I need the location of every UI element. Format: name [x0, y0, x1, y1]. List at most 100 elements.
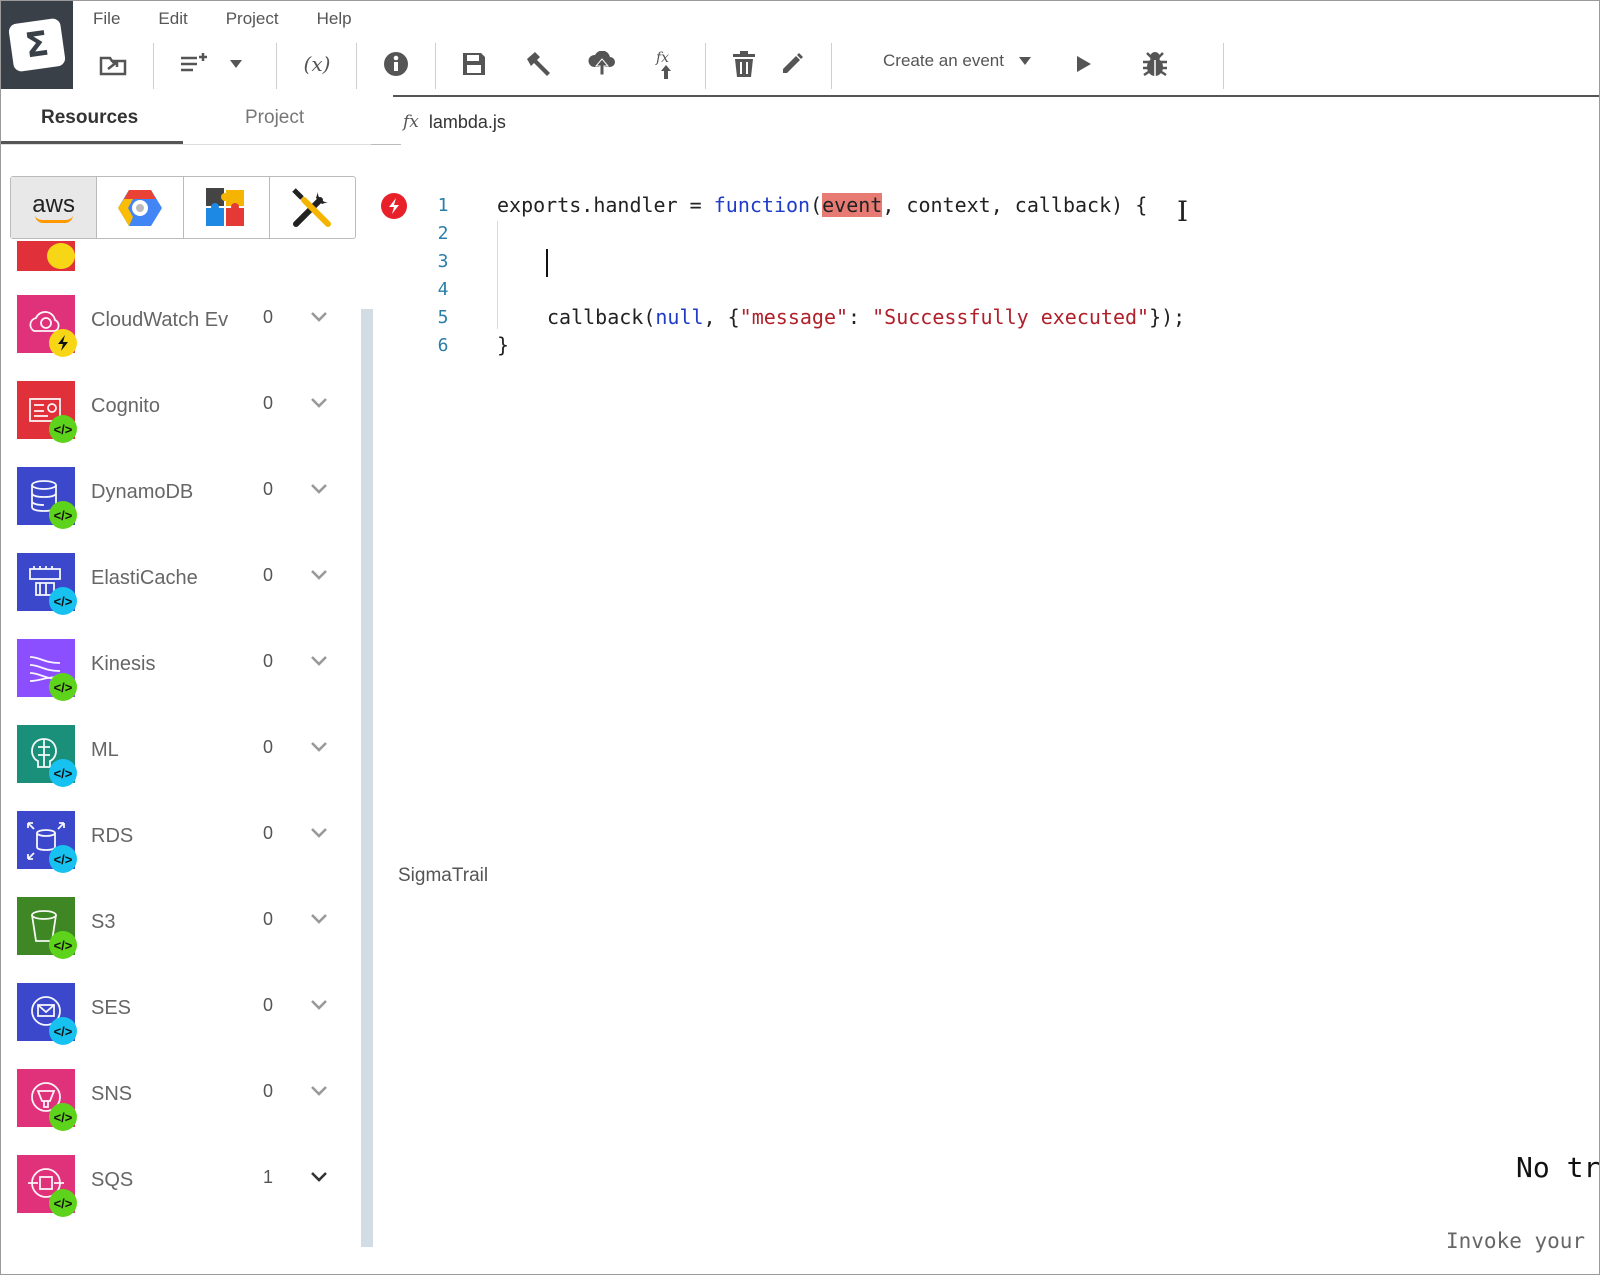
resource-count: 0	[263, 479, 274, 499]
toolbar: (x) fx Create an event	[73, 41, 1599, 89]
resource-count: 0	[263, 307, 274, 327]
code-line-1[interactable]: exports.handler = function(event, contex…	[497, 193, 1147, 217]
left-panel-tabs: Resources Project	[1, 97, 371, 145]
resource-label: Cognito	[91, 395, 160, 417]
resource-label: CloudWatch Ev	[91, 309, 229, 331]
invoke-hint: Invoke your	[1446, 1229, 1586, 1253]
resource-item-dynamodb[interactable]: </> DynamoDB 0	[17, 467, 347, 529]
line-number: 4	[437, 279, 449, 300]
line-number: 5	[437, 307, 449, 328]
code-badge-icon: </>	[49, 1103, 77, 1131]
provider-tools[interactable]	[270, 177, 355, 238]
function-deploy-icon[interactable]: fx	[651, 41, 681, 87]
code-line-6[interactable]: }	[497, 333, 509, 357]
menu-bar: File Edit Project Help	[93, 9, 390, 35]
resource-service-icon: </>	[17, 467, 77, 529]
menu-project[interactable]: Project	[226, 9, 279, 35]
resource-item-sqs[interactable]: </> SQS 1	[17, 1155, 347, 1217]
resource-label: SNS	[91, 1083, 133, 1105]
menu-help[interactable]: Help	[317, 9, 352, 35]
resource-service-icon: </>	[17, 811, 77, 873]
tab-project[interactable]: Project	[245, 107, 304, 129]
provider-aws[interactable]: aws	[11, 177, 98, 238]
resource-list-scrollbar[interactable]	[361, 309, 373, 1247]
chevron-down-icon[interactable]	[309, 1081, 329, 1101]
lightning-badge-icon	[49, 329, 77, 357]
menu-edit[interactable]: Edit	[158, 9, 187, 35]
code-line-5[interactable]: callback(null, {"message": "Successfully…	[547, 305, 1185, 329]
resource-item-elasticache[interactable]: </> ElastiCache 0	[17, 553, 347, 615]
tools-wrench-screwdriver-icon	[292, 187, 332, 227]
provider-gcp[interactable]	[97, 177, 184, 238]
ibeam-cursor-icon: I	[1177, 195, 1189, 228]
resource-item-kinesis[interactable]: </> Kinesis 0	[17, 639, 347, 701]
chevron-down-icon[interactable]	[309, 307, 329, 327]
build-hammer-icon[interactable]	[523, 41, 553, 87]
delete-trash-icon[interactable]	[729, 41, 759, 87]
toolbar-divider	[356, 43, 357, 89]
event-select-label: Create an event	[883, 51, 1004, 70]
chevron-down-icon[interactable]	[223, 41, 249, 87]
code-badge-icon: </>	[49, 587, 77, 615]
menu-file[interactable]: File	[93, 9, 120, 35]
tab-resources[interactable]: Resources	[41, 107, 138, 129]
open-project-icon[interactable]	[95, 41, 131, 87]
app-logo[interactable]: Σ	[1, 1, 73, 89]
chevron-down-icon[interactable]	[309, 995, 329, 1015]
chevron-down-icon[interactable]	[309, 393, 329, 413]
resource-service-icon: </>	[17, 639, 77, 701]
toolbar-divider	[705, 43, 706, 89]
chevron-down-icon[interactable]	[309, 1167, 329, 1187]
info-icon[interactable]	[381, 41, 411, 87]
provider-integrations[interactable]	[184, 177, 270, 238]
code-keyword: function	[713, 193, 811, 217]
function-file-icon: fx	[403, 112, 419, 132]
sigmatrail-label[interactable]: SigmaTrail	[398, 865, 488, 887]
code-string: "message"	[739, 305, 849, 329]
resource-item-ses[interactable]: </> SES 0	[17, 983, 347, 1045]
resource-item-cloudwatch-ev[interactable]: CloudWatch Ev 0	[17, 295, 347, 357]
chevron-down-icon[interactable]	[309, 651, 329, 671]
resource-service-icon: </>	[17, 725, 77, 787]
code-keyword: null	[655, 305, 704, 329]
resource-label: Kinesis	[91, 653, 156, 675]
line-number: 2	[437, 223, 449, 244]
edit-pencil-icon[interactable]	[777, 41, 807, 87]
chevron-down-icon	[1018, 57, 1031, 65]
resource-count: 0	[263, 651, 274, 671]
chevron-down-icon[interactable]	[309, 823, 329, 843]
resource-count: 0	[263, 737, 274, 757]
lambda-error-icon[interactable]	[381, 193, 407, 219]
code-text: (	[810, 193, 823, 217]
resource-label: RDS	[91, 825, 134, 847]
resource-service-icon: </>	[17, 1155, 77, 1217]
chevron-down-icon[interactable]	[309, 737, 329, 757]
resource-item-rds[interactable]: </> RDS 0	[17, 811, 347, 873]
code-text: :	[848, 305, 873, 329]
resource-item-cognito[interactable]: </> Cognito 0	[17, 381, 347, 443]
chevron-down-icon[interactable]	[309, 565, 329, 585]
toolbar-divider	[1223, 43, 1224, 89]
debug-bug-icon[interactable]	[1139, 41, 1171, 87]
resource-service-icon: </>	[17, 553, 77, 615]
code-badge-icon: </>	[49, 931, 77, 959]
variables-button[interactable]: (x)	[295, 41, 339, 87]
resource-service-icon: </>	[17, 381, 77, 443]
resource-item-s3[interactable]: </> S3 0	[17, 897, 347, 959]
chevron-down-icon[interactable]	[309, 479, 329, 499]
deploy-cloud-icon[interactable]	[587, 41, 617, 87]
text-caret	[546, 249, 548, 277]
save-icon[interactable]	[459, 41, 489, 87]
event-select[interactable]: Create an event	[883, 51, 1032, 71]
no-trace-message: No tr	[1516, 1151, 1600, 1184]
toolbar-divider	[153, 43, 154, 89]
tab-lambda-js[interactable]: fx lambda.js	[403, 99, 506, 145]
resource-list: CloudWatch Ev 0 </> Cognito 0 </> Dynamo…	[1, 241, 356, 1274]
resource-service-icon: </>	[17, 897, 77, 959]
chevron-down-icon[interactable]	[309, 909, 329, 929]
resource-item-sns[interactable]: </> SNS 0	[17, 1069, 347, 1131]
resource-item-ml[interactable]: </> ML 0	[17, 725, 347, 787]
add-resource-icon[interactable]	[177, 41, 209, 87]
run-play-icon[interactable]	[1069, 41, 1099, 87]
svg-text:fx: fx	[655, 50, 669, 66]
